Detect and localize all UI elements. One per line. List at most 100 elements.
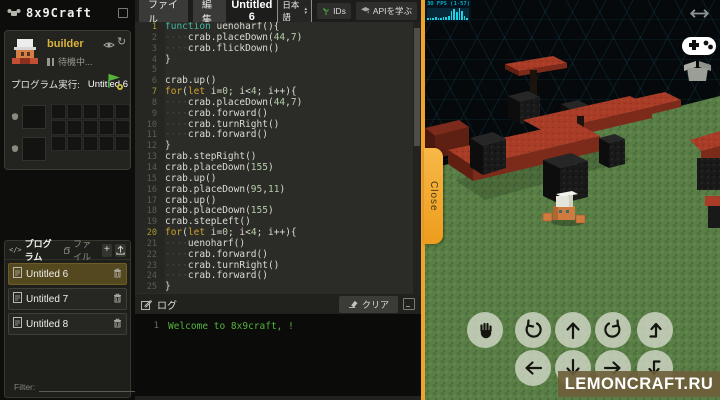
inventory-slot[interactable] — [67, 136, 82, 151]
code-text: ····crab.flickDown() — [165, 42, 280, 54]
line-number: 15 — [135, 173, 165, 185]
close-panel-tab[interactable]: Close — [424, 148, 443, 244]
eye-icon[interactable] — [103, 41, 115, 49]
armor-box-icon[interactable] — [682, 60, 713, 82]
trash-icon[interactable] — [113, 315, 122, 333]
refresh-icon[interactable]: ↻ — [117, 37, 126, 48]
add-program-button[interactable]: + — [101, 243, 113, 257]
document-icon — [13, 265, 22, 283]
fps-text: 30 FPS (1-57) — [427, 1, 471, 7]
inventory-slot[interactable] — [67, 120, 82, 135]
program-name: Untitled 7 — [26, 293, 69, 305]
inventory-slot[interactable] — [83, 136, 98, 151]
fps-monitor[interactable]: 30 FPS (1-57) — [425, 0, 471, 22]
line-number: 22 — [135, 249, 165, 261]
rotate-cw-button[interactable] — [595, 312, 631, 348]
editor: ファイル 編集 Untitled 6 日本語 ▴ ▾ IDs APIを学ぶ 1 … — [135, 0, 421, 400]
left-icon — [525, 361, 543, 375]
line-number: 14 — [135, 162, 165, 174]
trash-icon[interactable] — [113, 265, 122, 283]
logo-row: 8x9Craft — [0, 0, 135, 26]
list-item[interactable]: Untitled 8 — [8, 313, 127, 335]
code-text: crab.placeDown(95,11) — [165, 183, 286, 195]
inventory-slot[interactable] — [99, 136, 114, 151]
robot-panel: builder ↻ 待機中... プログラム実行: Untitled 6 — [4, 30, 131, 170]
left-button[interactable] — [515, 350, 551, 386]
inventory-slot[interactable] — [51, 104, 66, 119]
line-number: 19 — [135, 217, 165, 229]
game-viewport[interactable]: 30 FPS (1-57) Close LEMONCRAFT.RU — [424, 0, 720, 400]
inventory-main-slot[interactable] — [22, 105, 46, 129]
log-message: Welcome to 8x9craft, ! — [168, 321, 294, 332]
pause-icon — [47, 57, 54, 66]
code-text: } — [165, 281, 171, 293]
editor-scrollbar[interactable] — [413, 22, 421, 294]
app-logo: 8x9Craft — [26, 6, 92, 20]
collapse-sidebar-icon[interactable] — [118, 8, 128, 18]
line-number: 2 — [135, 32, 165, 44]
resize-horizontal-icon[interactable] — [688, 8, 711, 19]
scrollbar-thumb[interactable] — [414, 28, 420, 146]
tab-programs[interactable]: プログラム — [25, 237, 57, 263]
inventory-slot[interactable] — [115, 136, 130, 151]
run-flag-button[interactable] — [105, 72, 125, 92]
code-editor[interactable]: 1 function uenoharf(){2 ····crab.placeDown… — [135, 22, 421, 294]
sidebar: 8x9Craft builder ↻ 待機中... プログラム実行: Untit… — [0, 0, 166, 400]
line-number: 16 — [135, 184, 165, 196]
program-name: Untitled 8 — [26, 318, 69, 330]
inventory-slot[interactable] — [83, 120, 98, 135]
code-text: ····crab.forward() — [165, 270, 268, 282]
program-list: Untitled 6 Untitled 7 Untitled 8 — [5, 263, 130, 335]
learn-api-button[interactable]: APIを学ぶ — [355, 2, 418, 20]
line-number: 12 — [135, 141, 165, 153]
code-line[interactable]: 24 ····crab.forward() — [135, 270, 421, 283]
code-line[interactable]: 16 crab.placeDown(95,11) — [135, 183, 421, 196]
code-icon: </> — [9, 246, 22, 254]
hand-button[interactable] — [467, 312, 503, 348]
line-number: 1 — [135, 22, 165, 33]
minimize-log-icon[interactable] — [403, 298, 415, 310]
robot-status: 待機中... — [47, 55, 93, 68]
fps-graph — [427, 8, 469, 20]
graduation-icon — [360, 7, 370, 14]
code-line[interactable]: 11 ····crab.forward() — [135, 130, 421, 142]
list-item[interactable]: Untitled 7 — [8, 288, 127, 310]
gamepad-icon[interactable] — [681, 33, 717, 58]
rotate-ccw-button[interactable] — [515, 312, 551, 348]
inventory-slot[interactable] — [115, 120, 130, 135]
hand-slot-icon — [12, 145, 18, 152]
hand-icon — [480, 322, 492, 339]
inventory-slot[interactable] — [115, 104, 130, 119]
crab-logo-icon — [7, 9, 21, 16]
up-button[interactable] — [555, 312, 591, 348]
inventory-slot[interactable] — [51, 136, 66, 151]
clear-log-button[interactable]: クリア — [338, 295, 398, 313]
trash-icon[interactable] — [113, 290, 122, 308]
avatar — [12, 39, 38, 64]
line-number: 10 — [135, 119, 165, 131]
code-line[interactable]: 4} — [135, 54, 421, 66]
line-number: 13 — [135, 152, 165, 163]
select-arrows-icon: ▴ ▾ — [304, 6, 308, 16]
list-item[interactable]: Untitled 6 — [8, 263, 127, 285]
log-title: ログ — [157, 300, 177, 312]
line-number: 18 — [135, 206, 165, 218]
inventory-slot[interactable] — [51, 120, 66, 135]
line-number: 20 — [135, 228, 165, 239]
upload-button[interactable] — [115, 243, 126, 257]
code-line[interactable]: 3 ····crab.flickDown() — [135, 42, 421, 55]
inventory-slot[interactable] — [99, 104, 114, 119]
inventory-main-slot[interactable] — [22, 137, 46, 161]
inventory-slot[interactable] — [67, 104, 82, 119]
inventory-slot[interactable] — [83, 104, 98, 119]
ids-button[interactable]: IDs — [317, 3, 351, 19]
rotate-cw-icon — [604, 319, 621, 338]
code-line[interactable]: 25} — [135, 281, 421, 294]
tab-files[interactable]: ファイル — [73, 237, 99, 263]
document-icon — [13, 315, 22, 333]
step-up-button[interactable] — [637, 312, 673, 348]
robot-name: builder — [47, 38, 84, 50]
inventory-slot[interactable] — [99, 120, 114, 135]
line-number: 17 — [135, 195, 165, 207]
program-name: Untitled 6 — [26, 268, 69, 280]
